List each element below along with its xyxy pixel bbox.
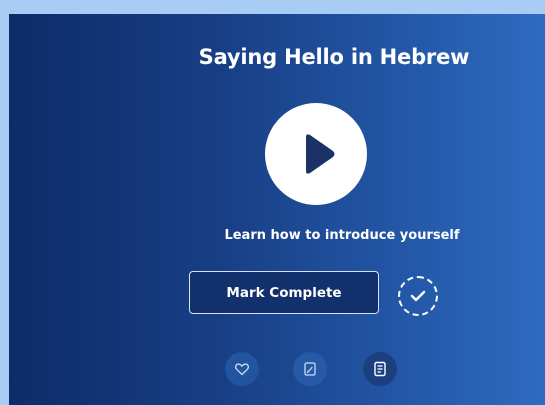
play-icon: [306, 134, 335, 174]
favorite-button[interactable]: [225, 352, 259, 386]
lesson-subtitle: Learn how to introduce yourself: [224, 228, 460, 243]
edit-note-icon: [304, 362, 316, 376]
transcript-button[interactable]: [363, 352, 397, 386]
check-icon: [410, 290, 426, 302]
lesson-title: Saying Hello in Hebrew: [198, 45, 470, 69]
mark-complete-button[interactable]: Mark Complete: [189, 271, 379, 314]
complete-check-button[interactable]: [398, 276, 438, 316]
heart-icon: [235, 363, 249, 376]
document-icon: [374, 361, 386, 377]
lesson-card: Saying Hello in Hebrew Learn how to intr…: [9, 14, 545, 405]
play-button[interactable]: [265, 103, 367, 205]
note-button[interactable]: [293, 352, 327, 386]
